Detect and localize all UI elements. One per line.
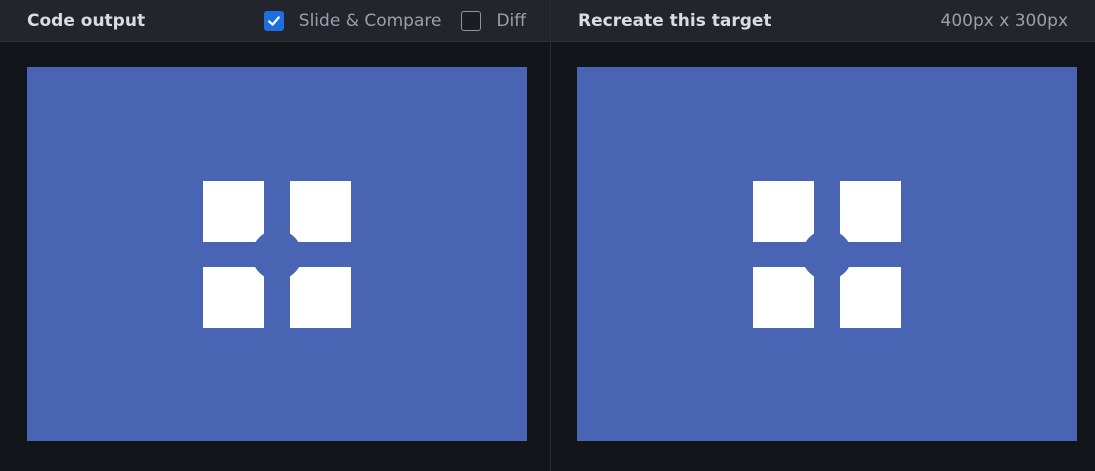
target-canvas [577, 67, 1077, 441]
output-canvas [27, 67, 527, 441]
code-output-header: Code output Slide & Compare Diff [0, 0, 550, 42]
target-header: Recreate this target 400px x 300px [551, 0, 1095, 42]
white-square-bottom-left [753, 267, 814, 328]
slide-compare-label[interactable]: Slide & Compare [299, 11, 442, 31]
white-square-top-left [753, 181, 814, 242]
white-square-bottom-right [290, 267, 351, 328]
white-square-top-right [840, 181, 901, 242]
panel-title: Recreate this target [578, 10, 772, 31]
slide-compare-checkbox[interactable] [263, 10, 284, 31]
app-window: Code output Slide & Compare Diff Recreat… [0, 0, 1095, 471]
view-controls: Slide & Compare Diff [263, 10, 526, 31]
panel-title: Code output [27, 10, 146, 31]
white-square-bottom-right [840, 267, 901, 328]
white-square-bottom-left [203, 267, 264, 328]
checkmark-icon [267, 15, 280, 26]
diff-checkbox[interactable] [461, 10, 482, 31]
center-circle [252, 230, 302, 280]
diff-label[interactable]: Diff [496, 11, 526, 31]
code-output-panel: Code output Slide & Compare Diff [0, 0, 550, 471]
target-panel: Recreate this target 400px x 300px [551, 0, 1095, 471]
white-square-top-left [203, 181, 264, 242]
white-square-top-right [290, 181, 351, 242]
target-size-readout: 400px x 300px [940, 10, 1068, 31]
center-circle [802, 230, 852, 280]
